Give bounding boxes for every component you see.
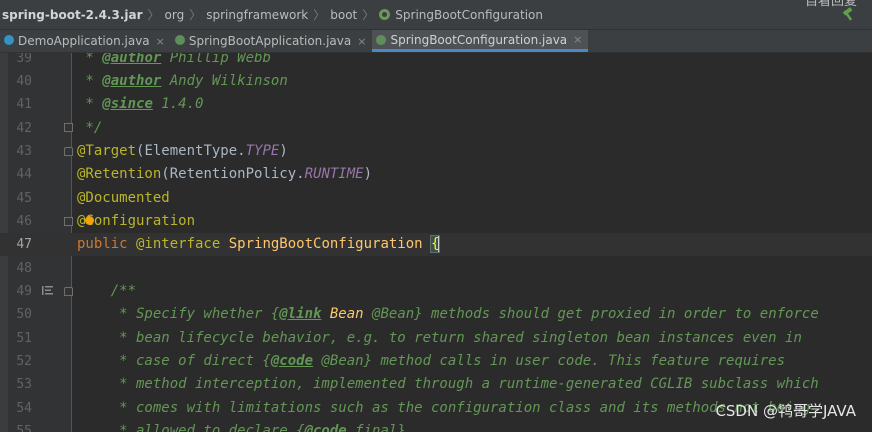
line-number: 54 <box>16 401 32 416</box>
code-text: * method interception, implemented throu… <box>77 376 819 392</box>
line-number: 50 <box>16 307 32 322</box>
close-icon[interactable]: × <box>357 35 366 48</box>
code-text: * Specify whether {@link Bean @Bean} met… <box>77 306 819 322</box>
line-number: 43 <box>16 144 32 159</box>
breadcrumb-class-label: SpringBootConfiguration <box>395 7 544 22</box>
fold-marker-icon[interactable] <box>64 147 73 156</box>
line-number: 55 <box>16 424 32 432</box>
code-line[interactable]: 53 * method interception, implemented th… <box>0 373 872 396</box>
breadcrumb-separator: 〉 <box>147 8 160 22</box>
code-line[interactable]: 48 <box>0 257 872 280</box>
code-text: @Target(ElementType.TYPE) <box>77 143 288 159</box>
hammer-icon[interactable] <box>841 7 856 22</box>
code-text: /** <box>77 283 137 299</box>
breadcrumb-jar[interactable]: spring-boot-2.4.3.jar <box>2 8 143 22</box>
fold-marker-icon[interactable] <box>64 217 73 226</box>
code-line[interactable]: 50 * Specify whether {@link Bean @Bean} … <box>0 303 872 326</box>
code-line[interactable]: 45 @Documented <box>0 187 872 210</box>
editor-tabs: DemoApplication.java × SpringBootApplica… <box>0 30 872 53</box>
line-number: 41 <box>16 97 32 112</box>
configuration-class-icon <box>174 35 185 45</box>
line-number: 47 <box>16 237 32 252</box>
watermark: CSDN @鸨哥学JAVA <box>715 402 856 420</box>
tab-spring-boot-configuration[interactable]: SpringBootConfiguration.java × <box>372 30 589 52</box>
code-line[interactable]: 46 @Configuration <box>0 210 872 233</box>
java-class-icon <box>4 35 14 45</box>
intention-bulb-icon[interactable] <box>85 216 94 225</box>
code-editor[interactable]: 39 * @author Phillip Webb 40 * @author A… <box>0 53 872 432</box>
line-number: 48 <box>16 261 32 276</box>
code-text: * comes with limitations such as the con… <box>77 400 811 416</box>
implements-list-icon[interactable] <box>41 284 54 297</box>
line-number: 46 <box>16 214 32 229</box>
code-line[interactable]: 42 */ <box>0 117 872 140</box>
tab-spring-boot-application[interactable]: SpringBootApplication.java × <box>171 30 373 52</box>
line-number: 39 <box>16 53 32 66</box>
code-line[interactable]: 55 * allowed to declare {@code final}. <box>0 420 872 432</box>
line-number: 44 <box>16 167 32 182</box>
tab-demo-application[interactable]: DemoApplication.java × <box>0 30 171 52</box>
code-line[interactable]: 52 * case of direct {@code @Bean} method… <box>0 350 872 373</box>
code-text: @Configuration <box>77 213 196 229</box>
code-text: */ <box>77 120 103 136</box>
code-line-current[interactable]: 47 public @interface SpringBootConfigura… <box>0 233 872 256</box>
code-text: @Retention(RetentionPolicy.RUNTIME) <box>77 166 373 182</box>
fold-marker-icon[interactable] <box>64 287 73 296</box>
line-number: 49 <box>16 284 32 299</box>
breadcrumb-class[interactable]: SpringBootConfiguration <box>379 8 543 22</box>
configuration-class-icon <box>376 35 387 45</box>
line-number: 52 <box>16 354 32 369</box>
code-text: @Documented <box>77 190 170 206</box>
line-number: 42 <box>16 121 32 136</box>
breadcrumb-boot[interactable]: boot <box>330 8 357 22</box>
code-text: * case of direct {@code @Bean} method ca… <box>77 353 786 369</box>
text-caret <box>438 236 441 252</box>
code-line[interactable]: 39 * @author Phillip Webb <box>0 53 872 70</box>
code-line[interactable]: 41 * @since 1.4.0 <box>0 93 872 116</box>
line-number: 45 <box>16 191 32 206</box>
line-number: 53 <box>16 377 32 392</box>
navigation-bar: spring-boot-2.4.3.jar 〉 org 〉 springfram… <box>0 0 872 30</box>
code-line[interactable]: 49 /** <box>0 280 872 303</box>
code-line[interactable]: 40 * @author Andy Wilkinson <box>0 70 872 93</box>
breadcrumb-separator: 〉 <box>362 8 375 22</box>
close-icon[interactable]: × <box>573 33 582 46</box>
code-text: public @interface SpringBootConfiguratio… <box>77 235 441 253</box>
code-text: * bean lifecycle behavior, e.g. to retur… <box>77 330 802 346</box>
breadcrumb-org[interactable]: org <box>165 8 185 22</box>
tab-label: DemoApplication.java <box>18 34 150 48</box>
code-text: * allowed to declare {@code final}. <box>77 423 415 432</box>
breadcrumb-springframework[interactable]: springframework <box>206 8 308 22</box>
line-number: 51 <box>16 331 32 346</box>
code-text: * @author Andy Wilkinson <box>77 73 288 89</box>
fold-marker-icon[interactable] <box>64 123 73 132</box>
breadcrumb-separator: 〉 <box>189 8 202 22</box>
code-line[interactable]: 44 @Retention(RetentionPolicy.RUNTIME) <box>0 163 872 186</box>
configuration-class-icon <box>379 9 391 20</box>
line-number: 40 <box>16 74 32 89</box>
close-icon[interactable]: × <box>156 35 165 48</box>
code-line[interactable]: 51 * bean lifecycle behavior, e.g. to re… <box>0 327 872 350</box>
code-text: * @author Phillip Webb <box>77 53 271 66</box>
code-text: * @since 1.4.0 <box>77 96 204 112</box>
code-line[interactable]: 43 @Target(ElementType.TYPE) <box>0 140 872 163</box>
tab-label: SpringBootApplication.java <box>188 34 352 48</box>
tab-label: SpringBootConfiguration.java <box>390 32 568 47</box>
breadcrumb-separator: 〉 <box>313 8 326 22</box>
